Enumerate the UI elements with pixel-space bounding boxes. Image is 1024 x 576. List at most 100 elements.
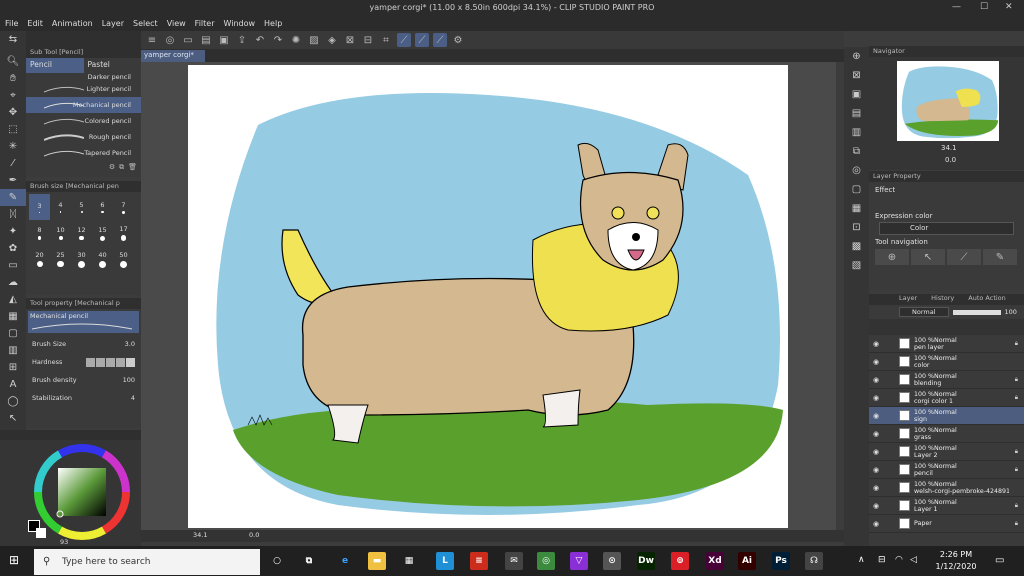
grid-icon[interactable]: ▩ bbox=[844, 237, 869, 256]
settings-icon[interactable]: ⚙ bbox=[451, 33, 465, 47]
maximize-button[interactable]: ☐ bbox=[980, 2, 988, 12]
decoration-icon[interactable]: ✿ bbox=[0, 240, 26, 257]
zoom-icon[interactable]: 🔍︎ bbox=[0, 53, 26, 70]
visibility-eye-icon[interactable]: ◉ bbox=[869, 520, 883, 528]
taskbar-app-icon[interactable]: L bbox=[436, 552, 454, 570]
layer-row[interactable]: ◉ 100 %Normal pen layer 🔒︎ bbox=[869, 335, 1024, 353]
menu-select[interactable]: Select bbox=[133, 19, 158, 28]
text-icon[interactable]: A bbox=[0, 376, 26, 393]
tab-pencil[interactable]: Pencil bbox=[26, 58, 84, 73]
wifi-icon[interactable]: ◠ bbox=[895, 555, 903, 565]
lock-icon[interactable]: 🔒︎ bbox=[1015, 466, 1018, 474]
ruler-icon[interactable]: ⊞ bbox=[0, 359, 26, 376]
brush-size-option[interactable]: 17 bbox=[113, 220, 134, 246]
brush-colored-pencil[interactable]: Colored pencil bbox=[26, 113, 141, 129]
lock-icon[interactable]: 🔒︎ bbox=[1015, 394, 1018, 402]
tab-history[interactable]: History bbox=[931, 294, 954, 305]
brush-size-row[interactable]: Brush Size 3.0 bbox=[26, 335, 141, 353]
move-icon[interactable]: ✥ bbox=[0, 104, 26, 121]
brush-rough-pencil[interactable]: Rough pencil bbox=[26, 129, 141, 145]
visibility-eye-icon[interactable]: ◉ bbox=[869, 340, 883, 348]
brush-darker-pencil[interactable]: Darker pencil bbox=[26, 73, 141, 81]
eyedropper-tool-icon[interactable]: ⁄ bbox=[0, 155, 26, 172]
brush-size-option[interactable]: 3 bbox=[29, 194, 50, 220]
rotation-readout[interactable]: 0.0 bbox=[249, 531, 259, 539]
lock-icon[interactable]: 🔒︎ bbox=[1015, 448, 1018, 456]
brush-density-row[interactable]: Brush density 100 bbox=[26, 371, 141, 389]
fill-icon[interactable]: ▨ bbox=[307, 33, 321, 47]
sub-tool-settings-icon[interactable]: ⚙ bbox=[109, 163, 115, 172]
brush-size-option[interactable]: 50 bbox=[113, 246, 134, 272]
lock-icon[interactable]: 🔒︎ bbox=[1015, 340, 1018, 348]
opacity-slider[interactable] bbox=[952, 309, 1001, 315]
stabilization-value[interactable]: 4 bbox=[131, 394, 135, 402]
deselect-icon[interactable]: ⊠ bbox=[343, 33, 357, 47]
lock-icon[interactable]: 🔒︎ bbox=[1015, 520, 1018, 528]
taskbar-app-icon[interactable]: ⊚ bbox=[671, 552, 689, 570]
clear-icon[interactable]: ✺ bbox=[289, 33, 303, 47]
brush-size-option[interactable]: 5 bbox=[71, 194, 92, 220]
invert-selection-icon[interactable]: ⊟ bbox=[361, 33, 375, 47]
crop-icon[interactable]: ⌗ bbox=[379, 33, 393, 47]
clip-studio-icon[interactable]: ◎ bbox=[163, 33, 177, 47]
brush-size-option[interactable]: 40 bbox=[92, 246, 113, 272]
delete-sub-tool-icon[interactable]: 🗑︎ bbox=[128, 163, 137, 172]
taskbar-search-box[interactable]: ⚲ Type here to search bbox=[34, 549, 260, 575]
visibility-eye-icon[interactable]: ◉ bbox=[869, 430, 883, 438]
tray-chevron-icon[interactable]: ∧ bbox=[858, 555, 865, 565]
notification-icon[interactable]: ▭ bbox=[995, 555, 1004, 566]
visibility-eye-icon[interactable]: ◉ bbox=[869, 502, 883, 510]
pencil-icon[interactable]: ✎ bbox=[0, 189, 26, 206]
layer-row[interactable]: ◉ 100 %Normalwelsh-corgi-pembroke-4248916… bbox=[869, 479, 1024, 497]
scale-icon[interactable]: ⊡ bbox=[844, 218, 869, 237]
layer-row[interactable]: ◉ 100 %Normal Layer 2 🔒︎ bbox=[869, 443, 1024, 461]
opacity-value[interactable]: 100 bbox=[1005, 308, 1017, 316]
taskbar-app-icon[interactable]: Ps bbox=[772, 552, 790, 570]
navigation-tool-icon[interactable]: ⊕ bbox=[875, 249, 909, 265]
zoom-readout[interactable]: 34.1 bbox=[193, 531, 207, 539]
layer-row[interactable]: ◉ Paper 🔒︎ bbox=[869, 515, 1024, 533]
visibility-eye-icon[interactable]: ◉ bbox=[869, 394, 883, 402]
copy-icon[interactable]: ⧉ bbox=[844, 142, 869, 161]
select-tool-icon[interactable]: ↖ bbox=[911, 249, 945, 265]
tab-layer[interactable]: Layer bbox=[899, 294, 917, 305]
hardness-row[interactable]: Hardness bbox=[26, 353, 141, 371]
menu-layer[interactable]: Layer bbox=[102, 19, 124, 28]
windows-start-icon[interactable]: ⊞ bbox=[9, 553, 19, 567]
taskbar-app-icon[interactable]: Dw bbox=[637, 552, 655, 570]
redo-icon[interactable]: ↷ bbox=[271, 33, 285, 47]
brush-size-option[interactable]: 12 bbox=[71, 220, 92, 246]
close-button[interactable]: ✕ bbox=[1005, 2, 1013, 12]
layer-row[interactable]: ◉ 100 %Normal blending 🔒︎ bbox=[869, 371, 1024, 389]
taskbar-app-icon[interactable]: Xd bbox=[706, 552, 724, 570]
expression-color-select[interactable]: Color bbox=[879, 222, 1014, 235]
menu-edit[interactable]: Edit bbox=[27, 19, 43, 28]
material-icon[interactable]: ▤ bbox=[844, 104, 869, 123]
save-icon[interactable]: ▣ bbox=[217, 33, 231, 47]
visibility-eye-icon[interactable]: ◉ bbox=[869, 484, 883, 492]
canvas-paper[interactable] bbox=[188, 65, 788, 528]
special-ruler-snap-icon[interactable]: ⟋ bbox=[415, 33, 429, 47]
eyedropper-icon[interactable]: ⌖ bbox=[0, 87, 26, 104]
taskbar-app-icon[interactable]: ▽ bbox=[570, 552, 588, 570]
frame-icon[interactable]: ▥ bbox=[0, 342, 26, 359]
draw-tool-icon[interactable]: ✎ bbox=[983, 249, 1017, 265]
brush-mechanical-pencil[interactable]: Mechanical pencil bbox=[26, 97, 141, 113]
gradient-icon[interactable]: ▦ bbox=[0, 308, 26, 325]
image-icon[interactable]: ▥ bbox=[844, 123, 869, 142]
file-explorer-icon[interactable]: ▬ bbox=[368, 552, 386, 570]
blend-mode-select[interactable]: Normal bbox=[899, 307, 949, 317]
search-icon[interactable]: ⊕ bbox=[844, 47, 869, 66]
fill-tool-icon[interactable]: ◭ bbox=[0, 291, 26, 308]
new-file-icon[interactable]: ▭ bbox=[181, 33, 195, 47]
stabilization-row[interactable]: Stabilization 4 bbox=[26, 389, 141, 407]
color-wheel[interactable] bbox=[32, 442, 142, 542]
taskbar-app-icon[interactable]: ☊ bbox=[805, 552, 823, 570]
blend-icon[interactable]: ☁ bbox=[0, 274, 26, 291]
frame-icon[interactable]: ▢ bbox=[844, 180, 869, 199]
pen-icon[interactable]: ✒ bbox=[0, 172, 26, 189]
edge-icon[interactable]: e bbox=[336, 552, 354, 570]
brush-lighter-pencil[interactable]: Lighter pencil bbox=[26, 81, 141, 97]
menu-view[interactable]: View bbox=[167, 19, 186, 28]
selection-icon[interactable]: ⬚ bbox=[0, 121, 26, 138]
